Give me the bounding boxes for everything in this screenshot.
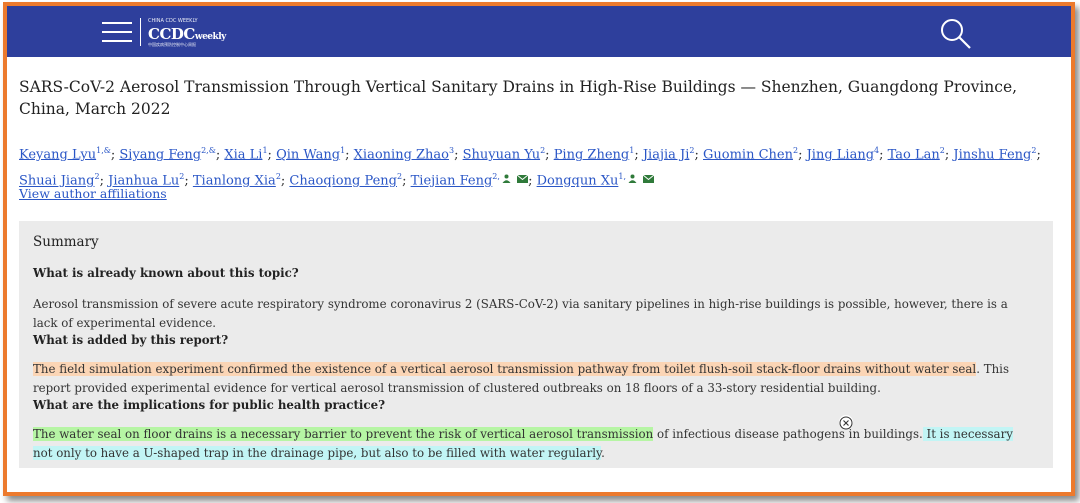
person-icon[interactable] (500, 174, 511, 189)
author-affiliation-sup: 2, (492, 172, 500, 182)
summary-box: Summary What is already known about this… (19, 221, 1053, 468)
author-link[interactable]: Tianlong Xia (193, 174, 276, 189)
summary-heading: Summary (33, 234, 99, 250)
corresponding-author-icons[interactable] (626, 174, 655, 189)
person-icon[interactable] (626, 174, 637, 189)
email-icon[interactable] (515, 174, 529, 189)
logo-main-text: CCDCweekly (148, 25, 226, 43)
author-link[interactable]: Xiaoning Zhao (354, 147, 449, 162)
author-link[interactable]: Jinshu Feng (953, 147, 1031, 162)
author-separator: ; (545, 147, 554, 163)
author-affiliation-sup: 1, (618, 172, 627, 182)
email-icon[interactable] (641, 174, 655, 189)
page-frame: CHINA CDC WEEKLY CCDCweekly 中国疾病预防控制中心周报… (3, 2, 1075, 496)
logo-sub-text: 中国疾病预防控制中心周报 (148, 42, 196, 47)
author-link[interactable]: Jing Liang (807, 147, 874, 162)
search-icon[interactable] (939, 17, 973, 51)
highlight-green: The water seal on floor drains is a nece… (33, 427, 654, 441)
author-link[interactable]: Jiajia Ji (643, 147, 690, 162)
question-known: What is already known about this topic? (33, 266, 299, 280)
author-link[interactable]: Guomin Chen (703, 147, 793, 162)
author-separator: ; (798, 147, 807, 163)
author-link[interactable]: Ping Zheng (554, 147, 630, 162)
author-separator: ; (345, 147, 354, 163)
highlight-orange: The field simulation experiment confirme… (33, 362, 977, 376)
author-link[interactable]: Chaoqiong Peng (289, 174, 397, 189)
author-affiliation-sup: 1,& (96, 146, 111, 155)
view-author-affiliations-link[interactable]: View author affiliations (19, 186, 167, 201)
author-link[interactable]: Shuyuan Yu (463, 147, 540, 162)
author-separator: ; (694, 147, 703, 163)
author-list: Keyang Lyu1,&; Siyang Feng2,&; Xia Li1; … (19, 140, 1059, 193)
logo-top-text: CHINA CDC WEEKLY (148, 18, 198, 24)
author-link[interactable]: Qin Wang (276, 147, 340, 162)
author-separator: ; (184, 173, 193, 189)
author-link[interactable]: Xia Li (224, 147, 262, 162)
author-affiliation-sup: 2,& (201, 146, 216, 155)
author-separator: ; (634, 147, 643, 163)
question-added: What is added by this report? (33, 333, 229, 347)
answer-known: Aerosol transmission of severe acute res… (33, 297, 1008, 330)
answer-implications-mid: of infectious disease pathogens in build… (653, 427, 923, 441)
author-separator: ; (528, 173, 537, 189)
author-link[interactable]: Siyang Feng (119, 147, 201, 162)
author-separator: ; (1036, 147, 1041, 163)
author-separator: ; (454, 147, 463, 163)
author-link[interactable]: Dongqun Xu (537, 174, 619, 189)
article-title: SARS-CoV-2 Aerosol Transmission Through … (19, 78, 1018, 118)
menu-icon[interactable] (102, 20, 132, 44)
author-separator: ; (402, 173, 411, 189)
author-link[interactable]: Keyang Lyu (19, 147, 96, 162)
answer-implications: The water seal on floor drains is a nece… (33, 425, 1033, 463)
logo-divider (140, 18, 141, 46)
question-implications: What are the implications for public hea… (33, 398, 386, 412)
top-navigation-bar: CHINA CDC WEEKLY CCDCweekly 中国疾病预防控制中心周报 (7, 6, 1071, 57)
close-annotation-icon[interactable] (839, 415, 853, 430)
answer-added: The field simulation experiment confirme… (33, 360, 1033, 398)
corresponding-author-icons[interactable] (500, 174, 529, 189)
site-logo[interactable]: CHINA CDC WEEKLY CCDCweekly 中国疾病预防控制中心周报 (148, 18, 238, 47)
author-separator: ; (879, 147, 888, 163)
author-separator: ; (267, 147, 277, 163)
author-link[interactable]: Tiejian Feng (411, 174, 493, 189)
answer-implications-end: . (601, 446, 605, 460)
author-link[interactable]: Tao Lan (888, 147, 940, 162)
